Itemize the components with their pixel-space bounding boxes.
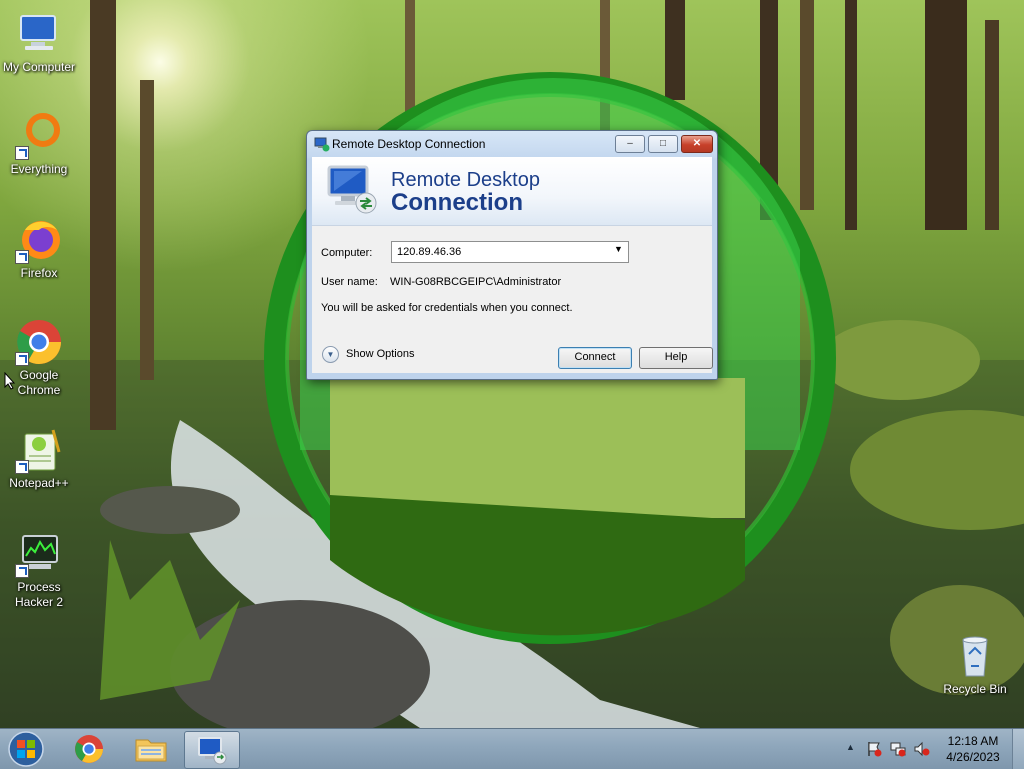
- desktop-icon-label: Process Hacker 2: [14, 580, 64, 609]
- shortcut-arrow-icon: [15, 564, 29, 578]
- show-hidden-icons-chevron-icon[interactable]: ▲: [846, 742, 862, 758]
- connect-button[interactable]: Connect: [558, 347, 632, 369]
- network-icon[interactable]: [890, 741, 906, 757]
- taskbar: ▲ 12:18 AM 4/26/2023: [0, 728, 1024, 769]
- help-button-label: Help: [664, 351, 688, 363]
- action-center-flag-icon[interactable]: [866, 741, 882, 757]
- username-label: User name:: [321, 276, 378, 288]
- banner-title-line1: Remote Desktop: [391, 169, 540, 191]
- desktop-icon-my-computer[interactable]: My Computer: [0, 10, 78, 75]
- taskbar-file-explorer[interactable]: [124, 731, 178, 767]
- taskbar-remote-desktop[interactable]: [184, 731, 240, 769]
- windows-start-orb-icon: [8, 731, 44, 767]
- username-value: WIN-G08RBCGEIPC\Administrator: [390, 276, 562, 288]
- close-button[interactable]: ✕: [681, 135, 713, 153]
- desktop-icon-label: Google Chrome: [17, 368, 61, 397]
- banner-title-line2: Connection: [391, 189, 523, 216]
- clock-date: 4/26/2023: [946, 750, 1000, 764]
- maximize-icon: □: [659, 138, 667, 149]
- desktop-icon-process-hacker[interactable]: Process Hacker 2: [0, 530, 78, 610]
- chrome-icon: [75, 735, 103, 763]
- remote-desktop-icon: [314, 137, 330, 152]
- dialog-title: Remote Desktop Connection: [332, 137, 486, 151]
- recycle-bin-icon: [962, 636, 988, 677]
- desktop-icon-everything[interactable]: Everything: [0, 112, 78, 177]
- clock-time: 12:18 AM: [947, 734, 999, 748]
- folder-icon: [135, 739, 167, 762]
- desktop-icon-notepadpp[interactable]: Notepad++: [0, 426, 78, 491]
- desktop-icon-label: Everything: [10, 162, 68, 176]
- mouse-cursor-icon: [4, 372, 16, 390]
- computer-icon: [20, 15, 56, 50]
- start-button[interactable]: [4, 730, 48, 768]
- desktop-icon-label: My Computer: [2, 60, 76, 74]
- dialog-titlebar[interactable]: Remote Desktop Connection – □ ✕: [307, 131, 717, 157]
- desktop-icon-recycle-bin[interactable]: Recycle Bin: [936, 632, 1014, 697]
- dialog-body: Computer: 120.89.46.36 ▼ User name: WIN-…: [312, 226, 713, 373]
- shortcut-arrow-icon: [15, 460, 29, 474]
- credentials-note: You will be asked for credentials when y…: [321, 302, 573, 314]
- desktop-icon-firefox[interactable]: Firefox: [0, 216, 78, 281]
- help-button[interactable]: Help: [639, 347, 713, 369]
- shortcut-arrow-icon: [15, 250, 29, 264]
- maximize-button[interactable]: □: [648, 135, 678, 153]
- volume-muted-icon[interactable]: [914, 741, 930, 757]
- shortcut-arrow-icon: [15, 352, 29, 366]
- show-desktop-button[interactable]: [1012, 729, 1024, 769]
- expand-chevron-icon: ▼: [322, 346, 339, 363]
- remote-desktop-logo-icon: [327, 165, 377, 214]
- chevron-down-icon[interactable]: ▼: [614, 244, 623, 254]
- computer-label: Computer:: [321, 247, 373, 259]
- dialog-banner: Remote Desktop Connection: [312, 157, 712, 226]
- desktop-icon-label: Recycle Bin: [943, 682, 1007, 696]
- shortcut-arrow-icon: [15, 146, 29, 160]
- clock[interactable]: 12:18 AM 4/26/2023: [938, 733, 1008, 765]
- computer-combobox[interactable]: 120.89.46.36 ▼: [391, 241, 629, 263]
- remote-desktop-icon: [198, 737, 227, 765]
- computer-value: 120.89.46.36: [397, 246, 462, 258]
- remote-desktop-dialog: Remote Desktop Connection – □ ✕ Remote D…: [306, 130, 718, 380]
- minimize-icon: –: [627, 138, 633, 149]
- taskbar-chrome[interactable]: [62, 731, 116, 767]
- connect-button-label: Connect: [574, 351, 616, 363]
- close-icon: ✕: [692, 138, 702, 149]
- desktop-icon-label: Firefox: [20, 266, 58, 280]
- desktop-icon-label: Notepad++: [9, 476, 69, 490]
- show-options-label: Show Options: [346, 348, 415, 360]
- minimize-button[interactable]: –: [615, 135, 645, 153]
